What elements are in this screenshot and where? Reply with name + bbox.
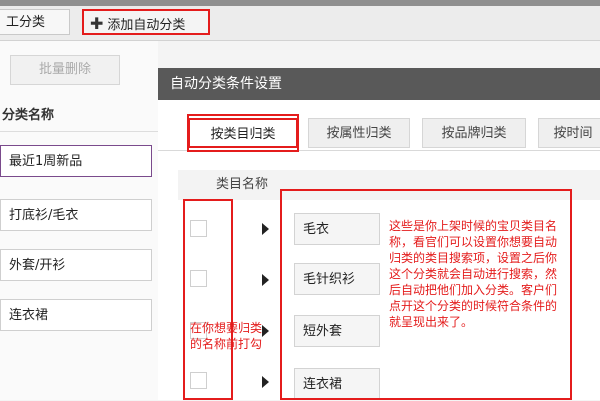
plus-icon: ✚	[90, 14, 104, 33]
add-auto-category-button[interactable]: ✚ 添加自动分类	[82, 9, 210, 35]
category-item[interactable]: 外套/开衫	[0, 249, 152, 281]
category-name-header: 分类名称	[0, 101, 160, 132]
expand-arrow-icon[interactable]	[262, 376, 269, 388]
manual-category-button[interactable]: 工分类	[0, 9, 70, 35]
checkbox-highlight-box	[183, 199, 233, 400]
category-item[interactable]: 连衣裙	[0, 299, 152, 331]
category-item[interactable]: 打底衫/毛衣	[0, 199, 152, 231]
expand-arrow-icon[interactable]	[262, 223, 269, 235]
tab-highlight-box	[187, 114, 299, 152]
checkbox-annotation-note: 在你想要归类的名称前打勾	[190, 321, 263, 351]
category-item[interactable]: 最近1周新品	[0, 145, 152, 177]
dialog-title: 自动分类条件设置	[158, 68, 600, 100]
category-annotation-note: 这些是你上架时候的宝贝类目名称，看官们可以设置你想要自动归类的类目搜索项，设置之…	[389, 219, 558, 329]
tab-by-attribute[interactable]: 按属性归类	[308, 118, 410, 148]
manual-category-label: 工分类	[6, 15, 46, 30]
expand-arrow-icon[interactable]	[262, 274, 269, 286]
category-list-panel: 批量删除 分类名称 最近1周新品 打底衫/毛衣 外套/开衫 连衣裙	[0, 41, 160, 400]
tab-by-time[interactable]: 按时间	[538, 118, 600, 148]
batch-delete-button[interactable]: 批量删除	[10, 55, 120, 85]
toolbar: 工分类 ✚ 添加自动分类	[0, 6, 600, 41]
tab-by-brand[interactable]: 按品牌归类	[422, 118, 526, 148]
add-auto-category-label: 添加自动分类	[107, 18, 186, 33]
